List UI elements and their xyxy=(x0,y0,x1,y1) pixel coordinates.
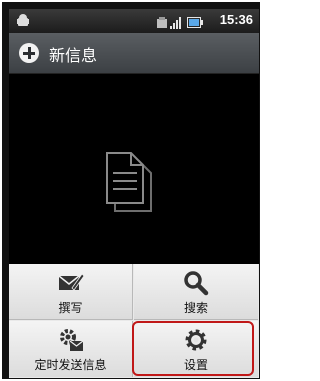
menu-item-label: 定时发送信息 xyxy=(34,358,107,372)
new-message-title[interactable]: 新信息 xyxy=(49,42,97,66)
settings-highlight-box xyxy=(132,321,254,376)
status-bar: 15:36 xyxy=(9,9,259,33)
menu-item-label: 搜索 xyxy=(183,301,208,315)
menu-item-compose[interactable]: 撰写 xyxy=(9,264,133,320)
compose-icon xyxy=(58,273,84,291)
android-notification-icon xyxy=(17,14,29,26)
empty-messages-icon xyxy=(106,152,152,212)
signal-icon xyxy=(170,17,181,29)
scheduled-message-icon xyxy=(59,329,83,351)
battery-icon xyxy=(187,17,203,28)
menu-item-scheduled-send[interactable]: 定时发送信息 xyxy=(9,321,133,377)
title-bar: 新信息 xyxy=(9,33,259,74)
status-time: 15:36 xyxy=(219,12,253,27)
menu-item-search[interactable]: 搜索 xyxy=(134,264,258,320)
phone-screen: 15:36 新信息 撰写 搜索 定时发送信息 设置 xyxy=(9,9,259,378)
sync-icon xyxy=(157,17,167,28)
plus-icon[interactable] xyxy=(19,43,39,63)
status-icons xyxy=(157,13,203,29)
search-icon xyxy=(184,271,209,296)
device-border: 15:36 新信息 撰写 搜索 定时发送信息 设置 xyxy=(2,2,260,379)
menu-item-label: 撰写 xyxy=(58,301,83,315)
screenshot-frame: 15:36 新信息 撰写 搜索 定时发送信息 设置 xyxy=(0,0,262,381)
